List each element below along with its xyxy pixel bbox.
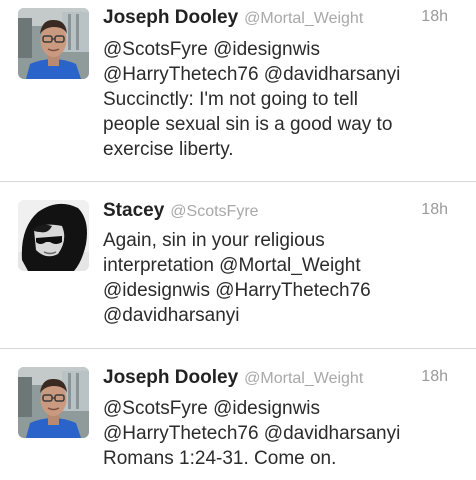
tweet-timestamp: 18h <box>421 201 448 218</box>
avatar-man-glasses-icon <box>18 367 89 438</box>
tweet-timestamp: 18h <box>421 8 448 25</box>
author-name[interactable]: Joseph Dooley <box>103 7 238 28</box>
author-handle[interactable]: @Mortal_Weight <box>244 370 363 387</box>
author-name[interactable]: Joseph Dooley <box>103 367 238 388</box>
avatar[interactable] <box>18 367 89 438</box>
author-handle[interactable]: @Mortal_Weight <box>244 10 363 27</box>
tweet[interactable]: Joseph Dooley @Mortal_Weight 18h @ScotsFy… <box>0 349 476 480</box>
avatar[interactable] <box>18 200 89 271</box>
tweet-text: @ScotsFyre @idesignwis @HarryThetech76 @… <box>103 398 401 469</box>
avatar-woman-sunglasses-icon <box>18 200 89 271</box>
avatar-man-glasses-icon <box>18 8 89 79</box>
tweet-header: Joseph Dooley @Mortal_Weight 18h <box>103 367 458 393</box>
author-name[interactable]: Stacey <box>103 200 164 221</box>
tweet[interactable]: Joseph Dooley @Mortal_Weight 18h @ScotsFy… <box>0 0 476 182</box>
tweet-header: Stacey @ScotsFyre 18h <box>103 200 458 226</box>
tweet-header: Joseph Dooley @Mortal_Weight 18h <box>103 7 458 33</box>
tweet-timestamp: 18h <box>421 368 448 385</box>
avatar[interactable] <box>18 8 89 79</box>
tweet[interactable]: Stacey @ScotsFyre 18h Again, sin in your … <box>0 182 476 349</box>
author-handle[interactable]: @ScotsFyre <box>170 203 258 220</box>
tweet-timeline: Joseph Dooley @Mortal_Weight 18h @ScotsFy… <box>0 0 476 480</box>
tweet-text: Again, sin in your religious interpretat… <box>103 230 371 326</box>
tweet-text: @ScotsFyre @idesignwis @HarryThetech76 @… <box>103 39 401 160</box>
